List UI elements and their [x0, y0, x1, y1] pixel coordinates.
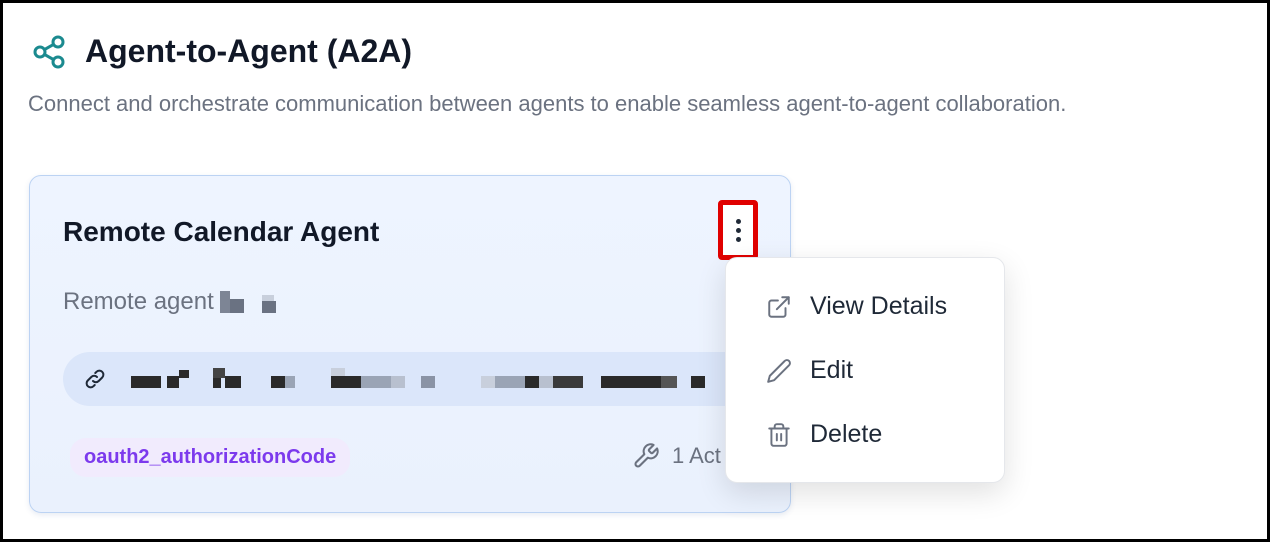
menu-item-delete[interactable]: Delete — [766, 420, 882, 449]
card-actions-menu: View Details Edit Delete — [725, 257, 1005, 483]
agent-card-title: Remote Calendar Agent — [63, 216, 380, 247]
agent-card[interactable]: Remote Calendar Agent Remote agent oauth… — [29, 175, 791, 513]
menu-item-label: Delete — [810, 420, 883, 448]
menu-item-view-details[interactable]: View Details — [766, 292, 947, 321]
agent-url-field[interactable] — [63, 352, 763, 406]
actions-count-label: 1 Act — [672, 443, 721, 468]
menu-item-label: View Details — [810, 292, 948, 320]
redacted-url — [121, 368, 761, 390]
auth-type-badge: oauth2_authorizationCode — [70, 438, 351, 477]
link-icon — [85, 369, 105, 389]
redacted-text — [219, 291, 280, 313]
menu-item-label: Edit — [810, 356, 854, 384]
kebab-dot — [735, 227, 741, 233]
menu-item-edit[interactable]: Edit — [766, 356, 853, 385]
kebab-menu-button[interactable] — [718, 200, 758, 260]
page-title: Agent-to-Agent (A2A) — [85, 33, 413, 69]
pencil-icon — [767, 358, 791, 383]
page-header: Agent-to-Agent (A2A) — [31, 33, 412, 70]
external-link-icon — [768, 295, 790, 318]
trash-icon — [768, 422, 790, 447]
a2a-panel: Agent-to-Agent (A2A) Connect and orchest… — [0, 0, 1270, 542]
agent-description-text: Remote agent — [63, 288, 214, 315]
wrench-icon — [634, 443, 659, 468]
page-subtitle: Connect and orchestrate communication be… — [28, 91, 1067, 116]
kebab-dot — [735, 236, 741, 242]
kebab-menu-icon — [735, 218, 741, 224]
agent-card-description: Remote agent — [63, 288, 280, 316]
actions-count: 1 Act — [632, 442, 721, 470]
share-nodes-icon — [33, 35, 65, 68]
